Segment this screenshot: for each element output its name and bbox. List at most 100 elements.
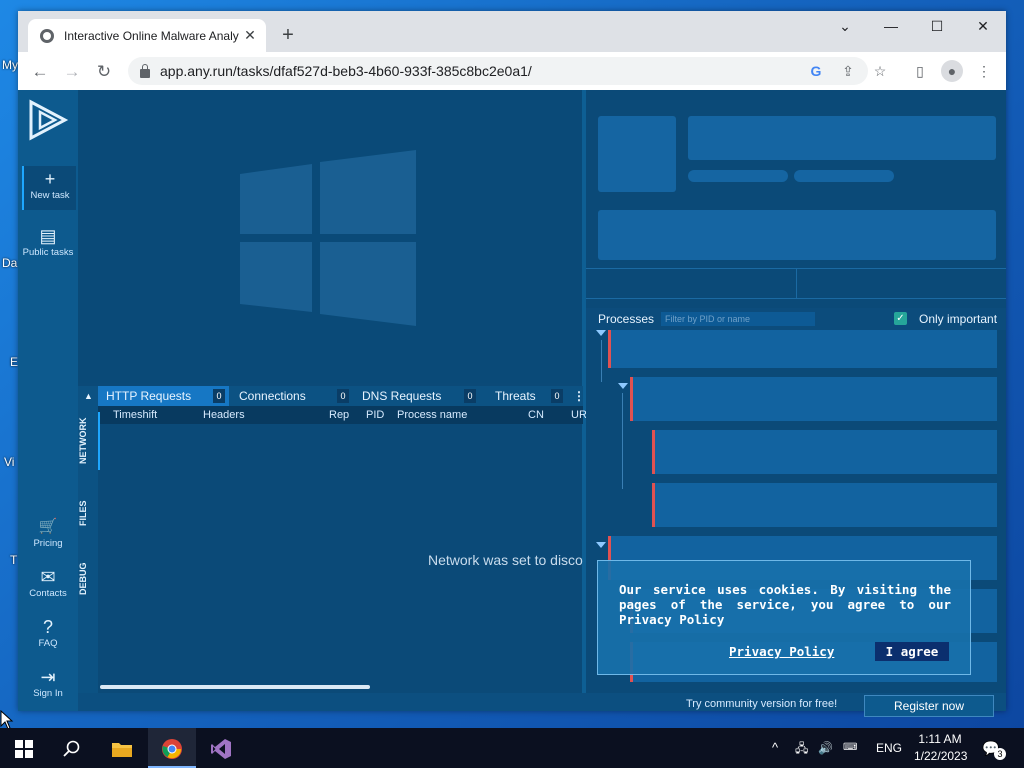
document-icon: ▤ [39,226,57,246]
tab-network[interactable]: NETWORK [78,412,100,470]
sidebar-item-public-tasks[interactable]: ▤ Public tasks [22,225,74,258]
volume-icon[interactable]: 🔊 [818,728,833,768]
privacy-policy-link[interactable]: Privacy Policy [729,644,834,659]
collapse-icon[interactable]: ▲ [78,386,96,406]
network-side-tabs: NETWORK FILES DEBUG [78,406,100,693]
placeholder-block [688,170,788,182]
column-header[interactable]: PID [366,409,384,421]
only-important-label: Only important [919,312,998,326]
file-explorer-button[interactable] [98,728,146,768]
expand-arrow-icon[interactable] [618,383,628,389]
register-now-button[interactable]: Register now [864,695,994,717]
expand-arrow-icon[interactable] [596,330,606,336]
start-button[interactable] [0,728,48,768]
taskbar: ^ 🖧 🔊 ⌨ ENG 1:11 AM 1/22/2023 💬 3 [0,728,1024,768]
tab-http-requests[interactable]: HTTP Requests 0 [98,386,229,406]
chrome-menu-icon[interactable]: ⋮ [973,60,995,82]
tab-title: Interactive Online Malware Analy [64,28,239,43]
clock[interactable]: 1:11 AM 1/22/2023 [914,731,967,765]
desktop-icon-label[interactable]: E [10,355,18,369]
tab-dns-requests[interactable]: DNS Requests 0 [354,386,480,406]
agree-button[interactable]: I agree [875,642,949,661]
sidebar-item-label: Public tasks [22,247,74,258]
network-table-header: Timeshift Headers Rep PID Process name C… [98,406,587,424]
side-panel-icon[interactable]: ▯ [909,60,931,82]
language-indicator[interactable]: ENG [876,728,902,768]
count-badge: 0 [337,389,349,403]
sidebar-item-new-task[interactable]: + New task [22,166,76,210]
chrome-taskbar-button[interactable] [148,728,196,768]
column-header[interactable]: Headers [203,409,245,421]
tab-threats[interactable]: Threats 0 [487,386,567,406]
tab-connections[interactable]: Connections 0 [231,386,353,406]
placeholder-block [688,116,996,160]
column-header[interactable]: Rep [329,409,349,421]
search-button[interactable] [48,728,96,768]
tab-label: HTTP Requests [106,389,192,403]
placeholder-block [598,210,996,260]
show-hidden-icons[interactable]: ^ [772,728,778,768]
cart-icon: 🛒 [38,518,58,535]
search-icon [63,740,80,757]
minimize-button[interactable]: — [868,11,914,41]
tab-files[interactable]: FILES [78,488,98,538]
network-icon[interactable]: 🖧 [795,728,808,768]
anyrun-logo[interactable] [27,98,69,142]
tab-debug[interactable]: DEBUG [78,554,98,604]
forward-icon[interactable]: → [60,60,84,84]
address-bar[interactable]: app.any.run/tasks/dfaf527d-beb3-4b60-933… [128,57,868,85]
share-icon[interactable]: ⇪ [837,60,859,82]
maximize-button[interactable]: ☐ [914,11,960,41]
lock-icon [140,63,150,78]
vm-screen[interactable] [78,90,583,383]
processes-header: Processes Filter by PID or name ✓ Only i… [586,308,1006,330]
desktop-icon-label[interactable]: Da [2,256,17,270]
desktop-icon-label[interactable]: My [2,58,18,72]
cookie-banner: Our service uses cookies. By visiting th… [597,560,971,675]
sidebar-item-label: Contacts [29,588,67,599]
profile-avatar-icon[interactable]: ● [941,60,963,82]
sidebar-item-contacts[interactable]: ✉ Contacts [22,566,74,599]
sidebar-item-label: Pricing [33,538,63,549]
keyboard-icon[interactable]: ⌨ [843,728,857,768]
more-options-icon[interactable]: ⋮ [567,386,585,406]
sidebar-item-faq[interactable]: ? FAQ [22,616,74,649]
sidebar-item-sign-in[interactable]: ⇥ Sign In [22,666,74,699]
bookmark-star-icon[interactable]: ☆ [869,60,891,82]
sidebar-item-pricing[interactable]: 🛒 Pricing [22,516,74,549]
mouse-cursor-icon [0,710,14,730]
placeholder-block [794,170,894,182]
horizontal-scrollbar[interactable] [100,685,370,689]
browser-tab[interactable]: Interactive Online Malware Analy ✕ [28,19,266,52]
clock-time: 1:11 AM [918,732,962,746]
process-filter-input[interactable]: Filter by PID or name [661,312,815,326]
desktop-icon-label[interactable]: Vi [4,455,14,469]
sidebar-item-label: New task [30,190,70,201]
visual-studio-icon [211,739,231,760]
visual-studio-button[interactable] [197,728,245,768]
process-row[interactable] [630,377,997,421]
only-important-checkbox[interactable]: ✓ [894,312,907,325]
count-badge: 0 [551,389,563,403]
tab-search-icon[interactable]: ⌄ [822,11,868,41]
column-header[interactable]: UR [571,409,587,421]
tree-line [622,393,623,489]
tab-label: Threats [495,389,536,403]
back-icon[interactable]: ← [28,60,52,84]
new-tab-button[interactable]: + [276,23,300,47]
close-window-button[interactable]: ✕ [960,11,1006,41]
column-header[interactable]: Timeshift [113,409,157,421]
reload-icon[interactable]: ↻ [92,60,116,84]
column-header[interactable]: Process name [397,409,467,421]
process-row[interactable] [608,324,997,368]
tab-close-icon[interactable]: ✕ [240,27,260,44]
desktop-icon-label[interactable]: T [10,553,17,567]
expand-arrow-icon[interactable] [596,542,606,548]
process-row[interactable] [652,483,997,527]
column-header[interactable]: CN [528,409,544,421]
mail-icon: ✉ [40,567,56,587]
process-row[interactable] [652,430,997,474]
cookie-message: Our service uses cookies. By visiting th… [619,582,951,627]
count-badge: 0 [213,389,225,403]
google-lens-icon[interactable]: G [805,60,827,82]
